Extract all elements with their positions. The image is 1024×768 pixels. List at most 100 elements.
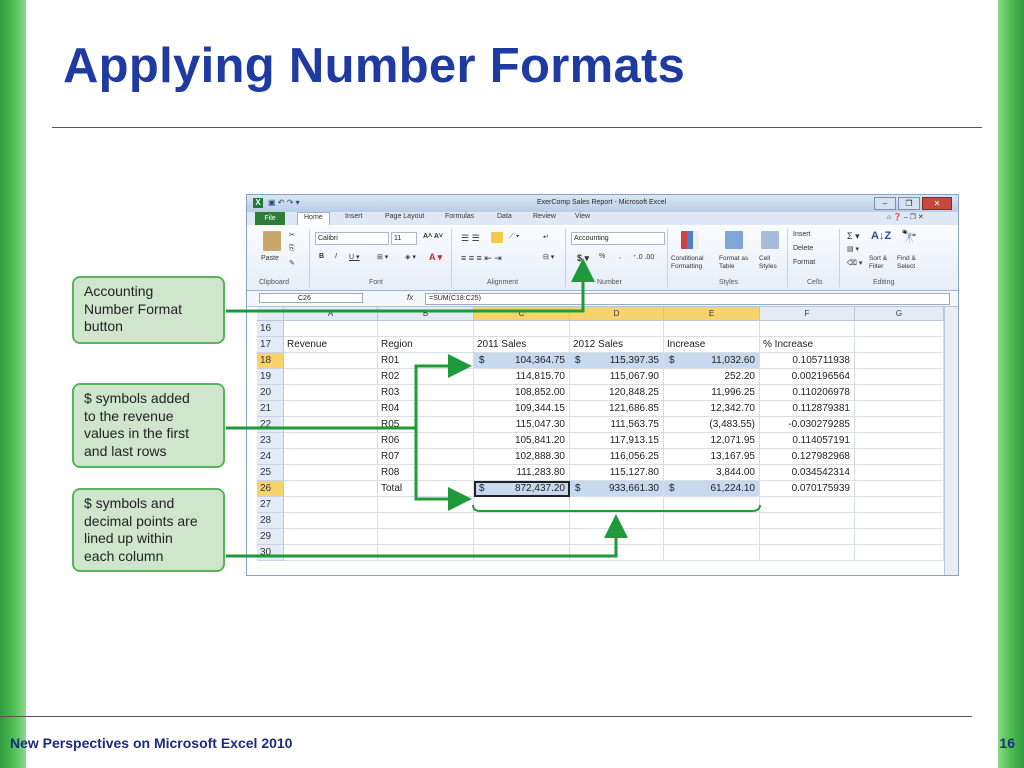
table-cell[interactable]: R06 — [378, 433, 474, 449]
select-all-corner[interactable] — [257, 307, 284, 321]
table-cell[interactable] — [570, 321, 664, 337]
table-cell[interactable]: 117,913.15 — [570, 433, 664, 449]
table-cell[interactable]: R04 — [378, 401, 474, 417]
table-cell[interactable]: Region — [378, 337, 474, 353]
table-cell[interactable] — [855, 513, 944, 529]
row-header[interactable]: 29 — [257, 529, 284, 545]
table-cell[interactable] — [760, 545, 855, 561]
table-cell[interactable] — [284, 497, 378, 513]
column-header[interactable]: C — [474, 307, 570, 321]
row-header[interactable]: 24 — [257, 449, 284, 465]
orientation-icon[interactable]: ⟋ ▾ — [509, 233, 519, 241]
row-header[interactable]: 19 — [257, 369, 284, 385]
table-cell[interactable]: 115,067.90 — [570, 369, 664, 385]
cut-icon[interactable]: ✂ — [289, 231, 295, 239]
table-cell[interactable] — [855, 337, 944, 353]
column-header[interactable]: F — [760, 307, 855, 321]
table-cell[interactable] — [284, 417, 378, 433]
table-cell[interactable]: 109,344.15 — [474, 401, 570, 417]
table-cell[interactable]: Total — [378, 481, 474, 497]
table-cell[interactable]: -0.030279285 — [760, 417, 855, 433]
table-cell[interactable] — [284, 449, 378, 465]
table-cell[interactable]: 3,844.00 — [664, 465, 760, 481]
align-left-icon[interactable]: ≡ ≡ ≡ ⇤ ⇥ — [461, 253, 502, 264]
sort-filter-icon[interactable]: A↓Z — [871, 230, 891, 242]
row-header[interactable]: 23 — [257, 433, 284, 449]
table-cell[interactable]: 111,563.75 — [570, 417, 664, 433]
italic-icon[interactable]: I — [335, 253, 337, 260]
conditional-formatting-icon[interactable] — [681, 231, 699, 249]
table-cell[interactable]: R05 — [378, 417, 474, 433]
table-cell[interactable]: 61,224.10 $ — [664, 481, 760, 497]
table-cell[interactable] — [855, 321, 944, 337]
table-cell[interactable]: 11,032.60 $ — [664, 353, 760, 369]
table-cell[interactable]: 0.127982968 — [760, 449, 855, 465]
row-header[interactable]: 17 — [257, 337, 284, 353]
borders-icon[interactable]: ⊞ ▾ — [377, 253, 388, 261]
table-cell[interactable] — [855, 401, 944, 417]
table-cell[interactable]: 114,815.70 — [474, 369, 570, 385]
table-cell[interactable]: R01 — [378, 353, 474, 369]
table-cell[interactable] — [855, 497, 944, 513]
tab-file[interactable]: File — [255, 212, 285, 225]
table-cell[interactable] — [474, 497, 570, 513]
table-cell[interactable]: 115,397.35 $ — [570, 353, 664, 369]
find-select-label[interactable]: Find & Select — [897, 255, 927, 271]
table-cell[interactable]: 115,047.30 — [474, 417, 570, 433]
table-cell[interactable] — [855, 385, 944, 401]
font-name-select[interactable]: Calibri — [315, 232, 389, 245]
table-cell[interactable]: 111,283.80 — [474, 465, 570, 481]
restore-icon[interactable]: ❐ — [898, 197, 920, 210]
row-header[interactable]: 28 — [257, 513, 284, 529]
table-cell[interactable]: R03 — [378, 385, 474, 401]
table-cell[interactable]: 120,848.25 — [570, 385, 664, 401]
table-cell[interactable] — [760, 497, 855, 513]
table-cell[interactable]: 0.034542314 — [760, 465, 855, 481]
table-cell[interactable]: 872,437.20 $ — [474, 481, 570, 497]
table-cell[interactable] — [474, 529, 570, 545]
table-cell[interactable]: (3,483.55) — [664, 417, 760, 433]
row-header[interactable]: 25 — [257, 465, 284, 481]
table-cell[interactable] — [855, 433, 944, 449]
table-cell[interactable] — [855, 353, 944, 369]
table-cell[interactable]: Increase — [664, 337, 760, 353]
merge-center-icon[interactable]: ⊟ ▾ — [543, 253, 554, 261]
table-cell[interactable] — [664, 321, 760, 337]
find-select-icon[interactable]: 🔭 — [901, 229, 917, 245]
table-cell[interactable]: 0.112879381 — [760, 401, 855, 417]
font-size-select[interactable]: 11 — [391, 232, 417, 245]
table-cell[interactable] — [284, 369, 378, 385]
table-cell[interactable] — [855, 545, 944, 561]
format-as-table-icon[interactable] — [725, 231, 743, 249]
table-cell[interactable] — [284, 401, 378, 417]
table-cell[interactable] — [855, 417, 944, 433]
row-header[interactable]: 26 — [257, 481, 284, 497]
conditional-formatting-label[interactable]: Conditional Formatting — [671, 255, 715, 271]
row-header[interactable]: 27 — [257, 497, 284, 513]
font-color-icon[interactable]: A ▾ — [429, 252, 442, 263]
tab-formulas[interactable]: Formulas — [445, 213, 474, 220]
table-cell[interactable] — [378, 545, 474, 561]
name-box[interactable]: C26 — [259, 293, 363, 303]
percent-style-icon[interactable]: % — [599, 253, 605, 260]
row-header[interactable]: 22 — [257, 417, 284, 433]
grow-font-icon[interactable]: A˄ A˅ — [423, 233, 443, 240]
table-cell[interactable]: 0.114057191 — [760, 433, 855, 449]
fill-icon[interactable]: ▤ ▾ — [847, 245, 859, 253]
table-cell[interactable] — [855, 369, 944, 385]
fill-color-icon[interactable]: ◈ ▾ — [405, 253, 416, 261]
table-cell[interactable]: R07 — [378, 449, 474, 465]
table-cell[interactable]: 11,996.25 — [664, 385, 760, 401]
table-cell[interactable] — [284, 465, 378, 481]
format-as-table-label[interactable]: Format as Table — [719, 255, 757, 271]
table-cell[interactable]: 2012 Sales — [570, 337, 664, 353]
table-cell[interactable]: 121,686.85 — [570, 401, 664, 417]
table-cell[interactable] — [855, 449, 944, 465]
cell-styles-label[interactable]: Cell Styles — [759, 255, 785, 271]
table-cell[interactable]: R08 — [378, 465, 474, 481]
table-cell[interactable] — [284, 481, 378, 497]
table-cell[interactable] — [855, 529, 944, 545]
sort-filter-label[interactable]: Sort & Filter — [869, 255, 895, 271]
table-cell[interactable] — [378, 529, 474, 545]
table-cell[interactable] — [664, 545, 760, 561]
